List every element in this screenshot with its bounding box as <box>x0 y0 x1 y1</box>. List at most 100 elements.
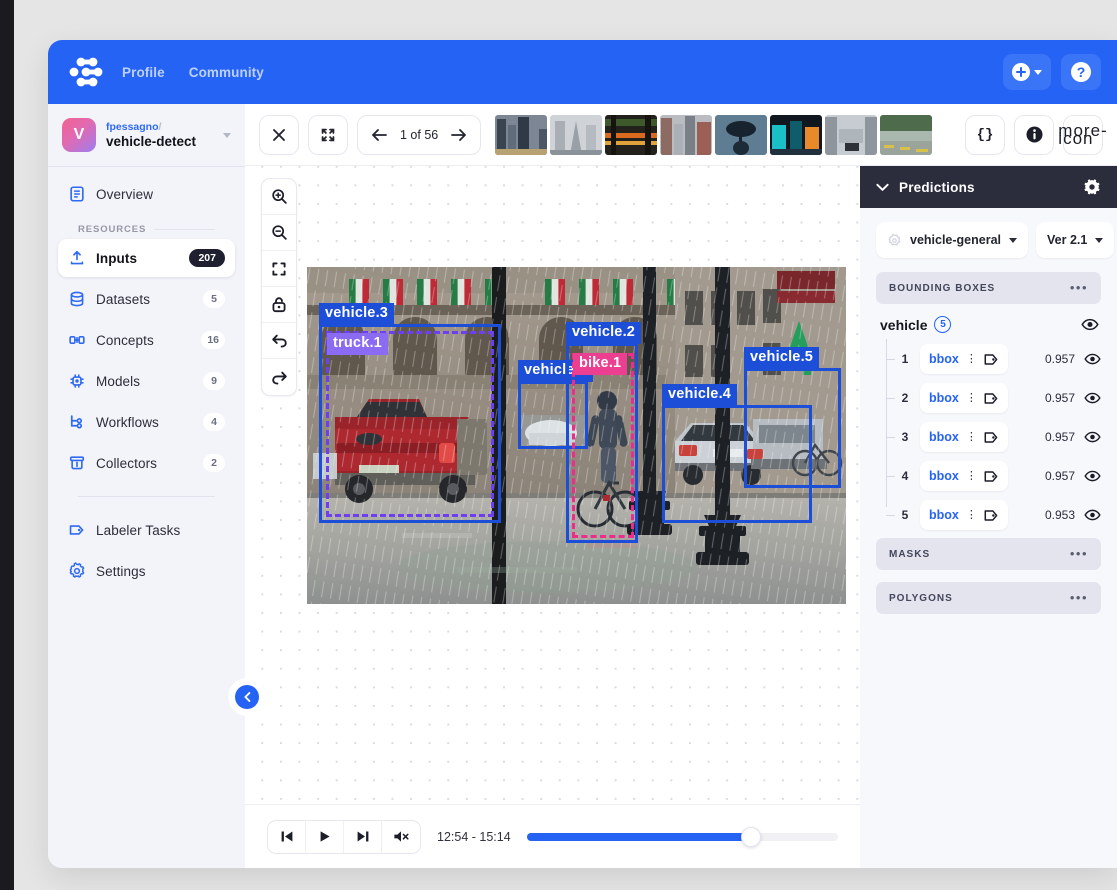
thumbnail-item[interactable] <box>880 114 933 155</box>
bbox-truck-1[interactable] <box>326 331 494 517</box>
skip-forward-button[interactable] <box>344 820 382 853</box>
nav-link-profile[interactable]: Profile <box>122 65 165 80</box>
thumbnail-item[interactable] <box>825 114 878 155</box>
more-icon[interactable]: ••• <box>1070 547 1088 560</box>
panel-collapse-button[interactable] <box>235 685 259 709</box>
visibility-toggle[interactable] <box>1084 470 1101 482</box>
zoom-out-button[interactable] <box>262 215 296 251</box>
sidebar-item-collectors[interactable]: Collectors 2 <box>58 444 235 482</box>
bbox-chip[interactable]: bbox ⋮ <box>920 500 1008 530</box>
chevron-down-icon[interactable] <box>223 132 231 138</box>
json-button[interactable]: {} <box>965 114 1005 155</box>
redo-button[interactable] <box>262 359 296 395</box>
bbox-chip[interactable]: bbox ⋮ <box>920 461 1008 491</box>
bbox-chip[interactable]: bbox ⋮ <box>920 383 1008 413</box>
nav-link-community[interactable]: Community <box>189 65 264 80</box>
zoom-in-button[interactable] <box>262 179 296 215</box>
bbox-label-vehicle-4[interactable]: vehicle.4 <box>662 384 738 406</box>
image-canvas[interactable]: vehicle.3 truck.1 vehicle.1 vehicle.2 bi… <box>235 166 860 804</box>
sidebar-item-labeler-tasks[interactable]: Labeler Tasks <box>58 511 235 549</box>
version-select[interactable]: Ver 2.1 <box>1036 222 1115 258</box>
zoom-out-icon <box>271 225 287 240</box>
tag-icon[interactable] <box>984 392 999 405</box>
bbox-label-bike-1[interactable]: bike.1 <box>573 353 628 375</box>
section-bounding-boxes[interactable]: BOUNDING BOXES ••• <box>876 272 1101 304</box>
slider-thumb[interactable] <box>740 826 761 847</box>
bbox-vehicle-5[interactable] <box>744 368 841 488</box>
help-button[interactable]: ? <box>1061 54 1101 90</box>
add-button[interactable] <box>1003 54 1051 90</box>
annotated-image[interactable]: vehicle.3 truck.1 vehicle.1 vehicle.2 bi… <box>307 267 846 604</box>
bbox-label-vehicle-2[interactable]: vehicle.2 <box>566 322 642 344</box>
sidebar-item-inputs[interactable]: Inputs 207 <box>58 239 235 277</box>
mute-button[interactable] <box>382 821 420 853</box>
timeline-slider[interactable] <box>526 826 838 847</box>
play-icon <box>320 831 330 842</box>
visibility-toggle[interactable] <box>1084 353 1101 365</box>
prev-button[interactable] <box>371 128 388 142</box>
sidebar-item-overview[interactable]: Overview <box>58 175 235 213</box>
more-vertical-icon[interactable]: ⋮ <box>966 354 977 365</box>
undo-button[interactable] <box>262 323 296 359</box>
sidebar-item-concepts[interactable]: Concepts 16 <box>58 321 235 359</box>
sidebar-item-models[interactable]: Models 9 <box>58 362 235 400</box>
next-button[interactable] <box>450 128 467 142</box>
tag-icon[interactable] <box>984 470 999 483</box>
thumbnail-item[interactable] <box>715 114 768 155</box>
visibility-toggle[interactable] <box>1084 392 1101 404</box>
gear-icon[interactable] <box>1083 178 1101 196</box>
more-button[interactable]: more-icon <box>1058 114 1107 155</box>
bbox-label-vehicle-3[interactable]: vehicle.3 <box>319 303 395 325</box>
sidebar-item-count: 207 <box>189 249 225 267</box>
class-group-vehicle[interactable]: vehicle 5 <box>876 316 1101 333</box>
bbox-chip[interactable]: bbox ⋮ <box>920 422 1008 452</box>
thumbnail-item[interactable] <box>550 114 603 155</box>
list-item[interactable]: 4 bbox ⋮ 0.957 <box>886 460 1101 492</box>
info-button[interactable] <box>1014 114 1054 155</box>
bbox-bike-1[interactable] <box>572 353 634 538</box>
tag-icon[interactable] <box>984 509 999 522</box>
model-select[interactable]: vehicle-general <box>876 222 1029 258</box>
fit-screen-button[interactable] <box>262 251 296 287</box>
sidebar-item-workflows[interactable]: Workflows 4 <box>58 403 235 441</box>
bbox-chip[interactable]: bbox ⋮ <box>920 344 1008 374</box>
more-vertical-icon[interactable]: ⋮ <box>966 432 977 443</box>
section-masks[interactable]: MASKS ••• <box>876 538 1101 570</box>
visibility-toggle[interactable] <box>1084 431 1101 443</box>
section-polygons[interactable]: POLYGONS ••• <box>876 582 1101 614</box>
project-switcher[interactable]: V fpessagno/ vehicle-detect <box>48 104 245 166</box>
lock-button[interactable] <box>262 287 296 323</box>
more-icon[interactable]: ••• <box>1070 281 1088 294</box>
bbox-label-vehicle-5[interactable]: vehicle.5 <box>744 347 820 369</box>
skip-back-button[interactable] <box>268 820 306 853</box>
app-root: Profile Community ? V fpessagno/ vehicle… <box>0 0 1117 890</box>
sidebar-item-label: Labeler Tasks <box>96 522 181 538</box>
visibility-toggle[interactable] <box>1084 509 1101 521</box>
bbox-label-truck-1[interactable]: truck.1 <box>327 333 388 355</box>
thumbnail-item[interactable] <box>660 114 713 155</box>
list-item[interactable]: 5 bbox ⋮ 0.953 <box>886 499 1101 531</box>
more-icon[interactable]: ••• <box>1070 591 1088 604</box>
list-item[interactable]: 3 bbox ⋮ 0.957 <box>886 421 1101 453</box>
thumbnail-item[interactable] <box>770 114 823 155</box>
avatar: V <box>62 118 96 152</box>
play-button[interactable] <box>306 820 344 853</box>
tag-icon[interactable] <box>984 353 999 366</box>
sidebar-item-datasets[interactable]: Datasets 5 <box>58 280 235 318</box>
eye-icon[interactable] <box>1081 318 1099 331</box>
more-vertical-icon[interactable]: ⋮ <box>966 393 977 404</box>
chevron-down-icon[interactable] <box>876 183 889 192</box>
instance-number: 2 <box>901 391 909 405</box>
thumbnail-item[interactable] <box>605 114 658 155</box>
list-item[interactable]: 1 bbox ⋮ 0.957 <box>886 343 1101 375</box>
sidebar-item-settings[interactable]: Settings <box>58 552 235 590</box>
tag-icon[interactable] <box>984 431 999 444</box>
eye-icon <box>1084 392 1101 404</box>
close-button[interactable] <box>259 114 299 155</box>
sidebar-section-resources: RESOURCES <box>58 216 235 239</box>
list-item[interactable]: 2 bbox ⋮ 0.957 <box>886 382 1101 414</box>
more-vertical-icon[interactable]: ⋮ <box>966 471 977 482</box>
more-vertical-icon[interactable]: ⋮ <box>966 510 977 521</box>
fullscreen-button[interactable] <box>308 114 348 155</box>
thumbnail-item[interactable] <box>495 114 548 155</box>
